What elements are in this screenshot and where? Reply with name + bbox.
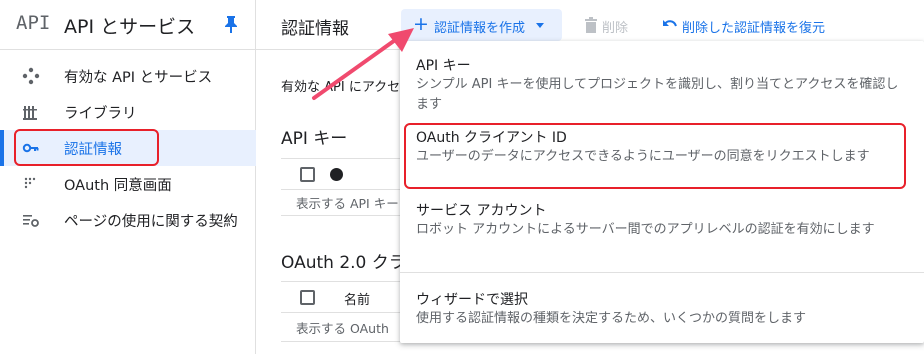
menu-item-api-key[interactable]: API キー シンプル API キーを使用してプロジェクトを識別し、割り当てとア… [400,55,924,115]
menu-item-title: サービス アカウント [416,203,547,219]
pin-icon[interactable] [222,14,240,34]
sidebar-item-label: ライブラリ [64,106,137,122]
menu-divider [400,272,924,273]
sidebar-item-label: OAuth 同意画面 [64,178,172,194]
select-all-checkbox[interactable] [300,167,315,182]
delete-label: 削除 [602,21,629,36]
trash-icon [585,17,597,33]
api-logo: API [16,12,51,34]
sidebar-item-label: 有効な API とサービス [64,70,213,86]
menu-item-desc: ロボット アカウントによるサーバー間でのアプリレベルの認証を有効にします [416,222,875,237]
menu-item-service-account[interactable]: サービス アカウント ロボット アカウントによるサーバー間でのアプリレベルの認証… [400,200,924,260]
oauth-empty-text: 表示する OAuth [296,321,389,336]
sidebar-item-label: ページの使用に関する契約 [64,214,238,230]
highlight-box-oauth-client [404,123,906,189]
active-indicator [0,130,4,166]
select-all-checkbox[interactable] [300,290,315,305]
create-credentials-label: 認証情報を作成 [434,21,526,36]
menu-item-desc: シンプル API キーを使用してプロジェクトを識別し、割り当てとアクセスを確認し… [416,77,899,112]
settings-list-icon [23,215,39,227]
diamond-dots-icon [22,67,40,85]
api-keys-title: API キー [281,129,348,149]
create-credentials-button[interactable]: + 認証情報を作成 [401,9,562,41]
sidebar-item-library[interactable]: ライブラリ [0,94,256,130]
annotation-arrow-icon [312,28,414,100]
status-dot-icon [330,168,343,181]
sidebar-item-page-agreements[interactable]: ページの使用に関する契約 [0,202,256,238]
create-credentials-menu: API キー シンプル API キーを使用してプロジェクトを識別し、割り当てとア… [400,41,924,343]
consent-dots-icon [24,177,36,189]
sidebar-item-oauth-consent[interactable]: OAuth 同意画面 [0,166,256,202]
menu-item-title: API キー [416,58,471,74]
sidebar: API API とサービス 有効な API とサービス ライブラリ 認証情報 O… [0,0,256,354]
column-name-header: 名前 [344,293,371,308]
sidebar-header: API API とサービス [0,0,256,50]
oauth-title: OAuth 2.0 クラ [281,253,400,273]
sidebar-title: API とサービス [64,16,196,38]
menu-item-desc: 使用する認証情報の種類を決定するため、いくつかの質問をします [416,311,807,326]
sidebar-item-enabled-apis[interactable]: 有効な API とサービス [0,58,256,94]
api-keys-empty-text: 表示する API キー [296,196,399,211]
undo-icon [663,20,677,27]
menu-item-wizard[interactable]: ウィザードで選択 使用する認証情報の種類を決定するため、いくつかの質問をします [400,289,924,329]
delete-button[interactable]: 削除 [584,9,642,41]
library-icon [23,106,37,120]
menu-item-title: ウィザードで選択 [416,292,528,308]
caret-down-icon [536,23,544,28]
restore-deleted-label: 削除した認証情報を復元 [682,21,826,36]
highlight-box-credentials [14,129,159,166]
restore-deleted-button[interactable]: 削除した認証情報を復元 [662,9,842,41]
